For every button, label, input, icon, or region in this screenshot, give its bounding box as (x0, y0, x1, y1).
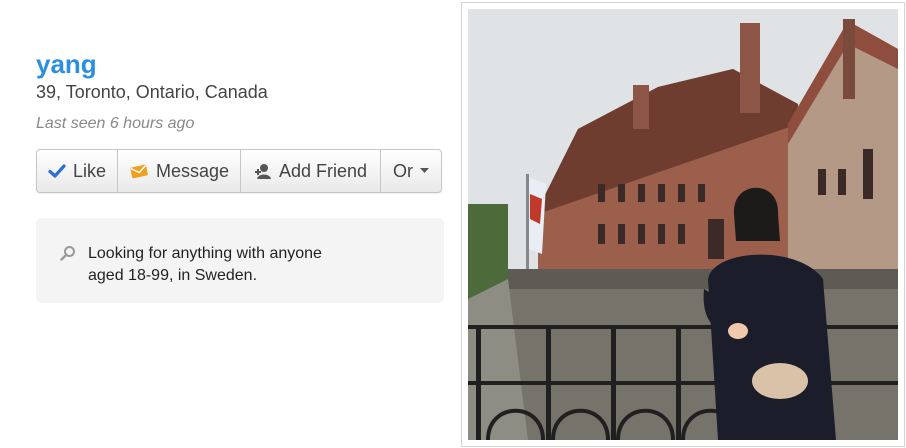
checkmark-icon (48, 163, 66, 179)
caret-down-icon (420, 168, 429, 174)
action-button-group: Like Message Add Friend Or (36, 149, 442, 193)
profile-header: yang 39, Toronto, Ontario, Canada Last s… (36, 48, 446, 133)
message-label: Message (155, 160, 230, 181)
magnifier-icon (60, 245, 76, 266)
like-label: Like (72, 160, 107, 181)
last-seen-text: Last seen 6 hours ago (36, 115, 195, 132)
profile-location: 39, Toronto, Ontario, Canada (36, 82, 268, 102)
looking-for-line-2: aged 18-99, in Sweden. (88, 267, 258, 284)
like-button[interactable]: Like (37, 150, 118, 192)
more-options-dropdown[interactable]: Or (381, 150, 441, 192)
person-add-icon (254, 162, 272, 180)
looking-for-text: Looking for anything with anyone aged 18… (88, 243, 368, 287)
profile-name[interactable]: yang (36, 48, 446, 80)
looking-for-box: Looking for anything with anyone aged 18… (36, 218, 444, 303)
envelope-icon (129, 163, 149, 179)
more-options-label: Or (393, 160, 413, 181)
message-button[interactable]: Message (118, 150, 241, 192)
add-friend-label: Add Friend (278, 160, 368, 181)
profile-photo-image (468, 9, 898, 440)
profile-photo[interactable] (461, 2, 905, 447)
looking-for-line-1: Looking for anything with anyone (88, 245, 322, 262)
add-friend-button[interactable]: Add Friend (241, 150, 381, 192)
